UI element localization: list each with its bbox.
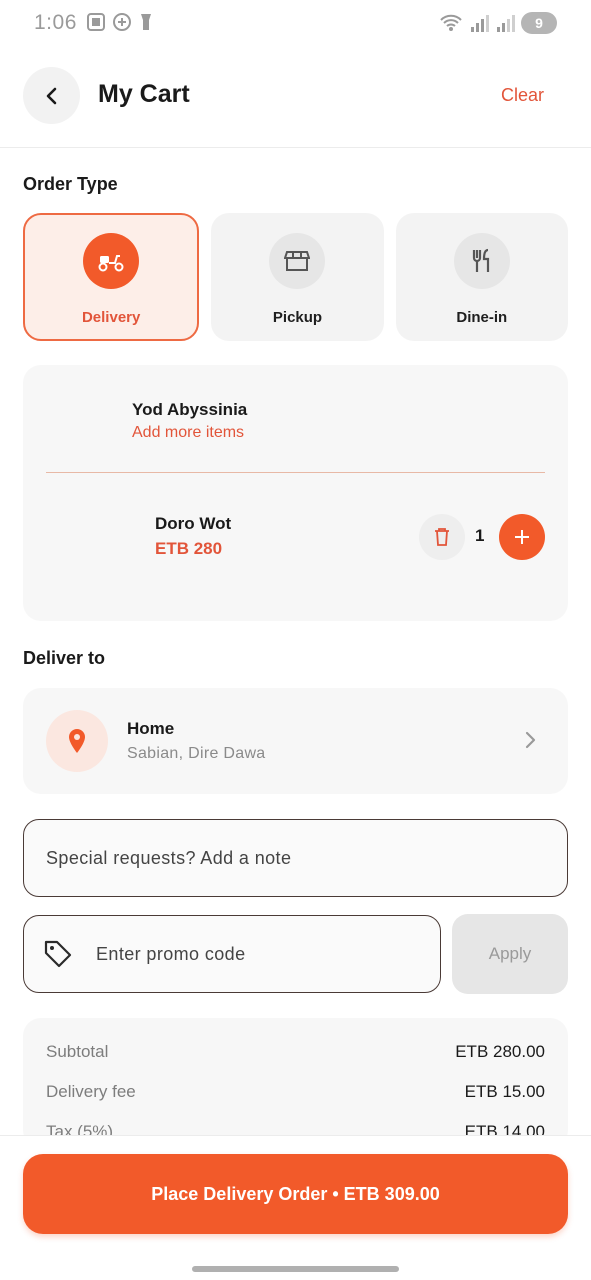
place-order-button[interactable]: Place Delivery Order • ETB 309.00 (23, 1154, 568, 1234)
clear-cart-button[interactable]: Clear (501, 85, 544, 106)
back-button[interactable] (23, 67, 80, 124)
summary-row: Delivery fee ETB 15.00 (46, 1082, 545, 1102)
status-time: 1:06 (34, 11, 77, 34)
cart-screen: 1:06 9 My Cart Clear Order Type Delivery (0, 0, 591, 1280)
type-icon-wrap (83, 233, 140, 289)
assistant-icon (113, 13, 131, 31)
order-type-selector: Delivery Pickup Dine-in (23, 213, 568, 341)
header: My Cart Clear (0, 48, 591, 148)
type-icon-wrap (453, 233, 510, 289)
home-indicator[interactable] (192, 1266, 399, 1272)
cart-item-price: ETB 280 (155, 539, 223, 558)
cart-card: Yod Abyssinia Add more items Doro Wot ET… (23, 365, 568, 621)
order-type-title: Order Type (23, 174, 118, 194)
summary-value: ETB 280.00 (455, 1042, 545, 1061)
order-type-dine-in[interactable]: Dine-in (395, 213, 568, 341)
cart-item-name: Doro Wot (155, 514, 232, 533)
bottom-action-bar: Place Delivery Order • ETB 309.00 (0, 1135, 591, 1280)
restaurant-name: Yod Abyssinia (132, 400, 248, 419)
utensils-icon (472, 248, 489, 272)
order-type-label: Delivery (81, 309, 141, 326)
status-icons-left (86, 12, 154, 32)
summary-row: Subtotal ETB 280.00 (46, 1042, 545, 1062)
signal-icon (471, 15, 489, 32)
scooter-icon (98, 255, 124, 272)
order-type-label: Dine-in (456, 309, 508, 326)
order-type-delivery[interactable]: Delivery (23, 213, 200, 341)
summary-label: Delivery fee (46, 1082, 136, 1101)
chevron-right-icon (524, 730, 538, 755)
increase-quantity-button[interactable] (499, 514, 545, 560)
store-icon (284, 251, 311, 271)
plus-icon (515, 530, 529, 544)
screenshot-icon (87, 13, 105, 31)
special-requests-input[interactable]: Special requests? Add a note (23, 819, 568, 897)
flashlight-icon (141, 14, 151, 30)
summary-label: Subtotal (46, 1042, 109, 1061)
deliver-to-title: Deliver to (23, 648, 106, 668)
add-more-items-link[interactable]: Add more items (132, 424, 244, 442)
divider (46, 472, 545, 473)
tag-icon (42, 938, 74, 970)
item-quantity: 1 (475, 526, 485, 545)
order-summary: Subtotal ETB 280.00 Delivery fee ETB 15.… (23, 1018, 568, 1148)
page-title: My Cart (98, 80, 190, 108)
status-bar: 1:06 9 (0, 0, 591, 48)
status-icons-right: 9 (439, 12, 557, 34)
location-pin-icon (69, 729, 85, 753)
battery-indicator: 9 (521, 12, 557, 34)
promo-code-input[interactable]: Enter promo code (23, 915, 441, 993)
summary-value: ETB 15.00 (464, 1082, 545, 1101)
promo-placeholder: Enter promo code (96, 943, 246, 964)
order-type-pickup[interactable]: Pickup (211, 213, 384, 341)
battery-level: 9 (535, 15, 543, 31)
wifi-icon (440, 14, 462, 31)
type-icon-wrap (269, 233, 326, 289)
signal-icon (497, 15, 515, 32)
location-icon-wrap (46, 710, 108, 772)
address-text: Sabian, Dire Dawa (127, 745, 266, 762)
trash-icon (435, 528, 449, 546)
address-label: Home (127, 719, 175, 738)
chevron-left-icon (46, 87, 56, 104)
remove-item-button[interactable] (419, 514, 465, 560)
delivery-address-card[interactable]: Home Sabian, Dire Dawa (23, 688, 568, 794)
order-type-label: Pickup (272, 309, 323, 326)
apply-promo-button[interactable]: Apply (452, 914, 568, 994)
note-placeholder: Special requests? Add a note (46, 847, 292, 868)
